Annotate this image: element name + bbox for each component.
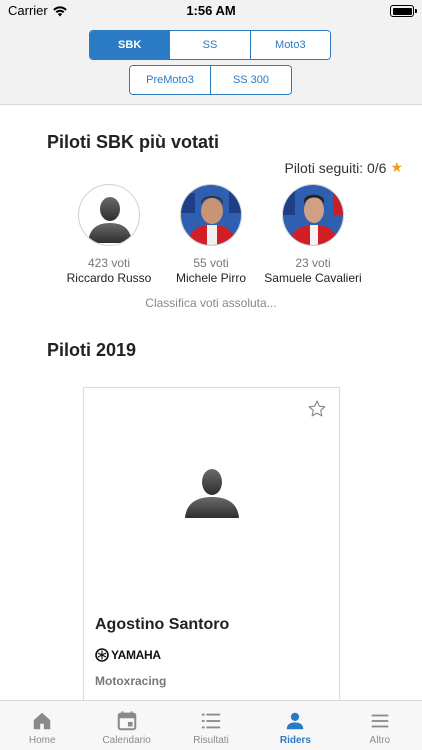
tab-calendario[interactable]: Calendario xyxy=(84,701,168,750)
tab-label: Altro xyxy=(369,735,391,746)
person-placeholder-icon xyxy=(185,469,239,518)
star-outline-icon[interactable] xyxy=(307,399,327,419)
category-premoto3[interactable]: PreMoto3 xyxy=(130,66,211,94)
tab-label: Calendario xyxy=(102,735,151,746)
rider-photo xyxy=(181,185,241,245)
yamaha-emblem-icon xyxy=(95,648,109,662)
avatar xyxy=(282,184,344,246)
rider-name: Agostino Santoro xyxy=(95,616,230,633)
category-ss[interactable]: SS xyxy=(170,31,251,59)
tab-label: Risultati xyxy=(193,735,229,746)
category-sbk[interactable]: SBK xyxy=(90,31,171,59)
followed-riders-counter[interactable]: Piloti seguiti: 0/6 ★ xyxy=(284,159,403,176)
team-name: Motoxracing xyxy=(95,674,167,688)
voted-rider-1[interactable]: 423 voti Riccardo Russo xyxy=(57,184,161,285)
tab-label: Riders xyxy=(279,735,311,746)
battery-icon xyxy=(390,5,417,17)
person-placeholder-icon xyxy=(88,197,132,243)
avatar xyxy=(180,184,242,246)
rider-name: Riccardo Russo xyxy=(66,271,152,285)
tab-risultati[interactable]: Risultati xyxy=(169,701,253,750)
category-row-1: SBK SS Moto3 xyxy=(89,30,331,60)
voted-rider-3[interactable]: 23 voti Samuele Cavalieri xyxy=(261,184,365,285)
avatar xyxy=(78,184,140,246)
rider-name: Samuele Cavalieri xyxy=(264,271,362,285)
category-row-2: PreMoto3 SS 300 xyxy=(129,65,292,95)
calendar-icon xyxy=(117,711,136,731)
tab-label: Home xyxy=(28,735,56,746)
rider-card[interactable]: Agostino Santoro YAMAHA Motoxracing xyxy=(83,387,340,707)
tab-home[interactable]: Home xyxy=(0,701,84,750)
voted-rider-2[interactable]: 55 voti Michele Pirro xyxy=(159,184,263,285)
list-icon xyxy=(201,713,221,729)
brand-logo: YAMAHA xyxy=(95,648,161,662)
tab-bar: Home Calendario Risultati Riders Altro xyxy=(0,700,422,750)
person-icon xyxy=(287,712,304,730)
absolute-ranking-link[interactable]: Classifica voti assoluta... xyxy=(0,296,422,310)
tab-altro[interactable]: Altro xyxy=(338,701,422,750)
rider-name: Michele Pirro xyxy=(175,271,247,285)
vote-count: 423 voti xyxy=(87,256,131,270)
vote-count: 55 voti xyxy=(193,256,229,270)
star-filled-icon: ★ xyxy=(390,159,403,175)
status-bar: Carrier 1:56 AM xyxy=(0,0,422,22)
brand-name: YAMAHA xyxy=(111,648,161,662)
tab-riders[interactable]: Riders xyxy=(253,701,337,750)
category-selector: SBK SS Moto3 PreMoto3 SS 300 xyxy=(0,22,422,105)
category-moto3[interactable]: Moto3 xyxy=(250,31,330,59)
category-ss300[interactable]: SS 300 xyxy=(211,66,291,94)
most-voted-title: Piloti SBK più votati xyxy=(47,132,220,152)
menu-icon xyxy=(371,714,389,728)
rider-photo xyxy=(283,185,343,245)
riders-2019-title: Piloti 2019 xyxy=(47,340,137,360)
followed-label: Piloti seguiti: 0/6 xyxy=(284,159,387,176)
home-icon xyxy=(33,712,51,730)
vote-count: 23 voti xyxy=(295,256,331,270)
clock: 1:56 AM xyxy=(186,3,236,18)
